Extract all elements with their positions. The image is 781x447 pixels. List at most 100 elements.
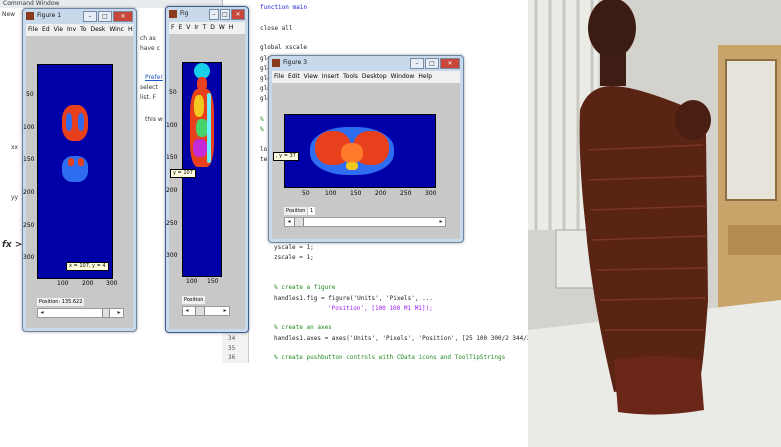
cmd-line: this w (145, 116, 163, 123)
code-line: % (260, 126, 268, 133)
menu-item[interactable]: W (219, 24, 225, 31)
code-line: handles1.axes = axes('Units', 'Pixels', … (274, 335, 535, 342)
x-tick: 150 (207, 278, 219, 285)
x-tick: 100 (57, 280, 69, 287)
x-tick: 100 (325, 190, 337, 197)
cmd-line: xx (11, 144, 19, 151)
x-tick: 300 (106, 280, 118, 287)
window-controls: – □ ✕ (410, 58, 460, 69)
arrow-right-icon[interactable]: ▸ (221, 307, 229, 315)
x-tick: 300 (425, 190, 437, 197)
y-tick: 200 (23, 189, 35, 196)
figure3-client: 50 100 150 200 250 300 , y = 37 Position… (272, 83, 460, 239)
code-line: close all (260, 25, 293, 32)
figure3-axes[interactable] (284, 114, 436, 188)
arrow-right-icon[interactable]: ▸ (115, 309, 123, 317)
tissue-region (78, 158, 84, 166)
menu-item[interactable]: Desktop (362, 73, 387, 80)
position-slider[interactable]: ◂ ▸ (284, 217, 446, 227)
tissue-region (346, 162, 358, 170)
figure2-window[interactable]: Fig – □ ✕ F E V Ir T D W H 50 100 150 200 250 3… (165, 6, 249, 333)
cmd-line: New (2, 11, 16, 18)
arrow-left-icon[interactable]: ◂ (183, 307, 191, 315)
cmd-line: select (140, 84, 158, 91)
y-tick: 100 (23, 124, 35, 131)
close-button[interactable]: ✕ (113, 11, 133, 22)
data-tip[interactable]: , y = 37 (273, 152, 299, 161)
x-tick: 200 (375, 190, 387, 197)
data-tip[interactable]: x = 107, y = 4 (66, 262, 109, 271)
maximize-button[interactable]: □ (220, 9, 230, 20)
minimize-button[interactable]: – (83, 11, 97, 22)
maximize-button[interactable]: □ (98, 11, 112, 22)
close-button[interactable]: ✕ (231, 9, 245, 20)
blank-area (0, 363, 528, 447)
slider-thumb[interactable] (102, 309, 110, 317)
tissue-region (68, 158, 74, 166)
slider-thumb[interactable] (195, 307, 205, 315)
code-line: zscale = 1; (274, 254, 314, 261)
code-line: % create pushbutton controls with CData … (274, 354, 506, 361)
figure1-axes[interactable] (37, 64, 113, 279)
menu-item[interactable]: F (171, 24, 174, 31)
menu-item[interactable]: Vie (54, 26, 63, 33)
data-tip[interactable]: y = 107 (170, 169, 196, 178)
menu-item[interactable]: Edit (288, 73, 300, 80)
phantom-photo (528, 0, 781, 447)
code-line: lo (260, 146, 268, 153)
x-tick: 250 (400, 190, 412, 197)
code-line: te (260, 156, 268, 163)
cmd-line: have c (140, 45, 160, 52)
arrow-left-icon[interactable]: ◂ (285, 218, 293, 226)
cabinet-glass-door (725, 59, 777, 201)
menu-item[interactable]: Tools (343, 73, 358, 80)
position-slider[interactable]: ◂ ▸ (182, 306, 230, 316)
arrow-left-icon[interactable]: ◂ (38, 309, 46, 317)
menu-item[interactable]: View (304, 73, 318, 80)
menu-item[interactable]: File (274, 73, 284, 80)
y-tick: 150 (23, 156, 35, 163)
menu-item[interactable]: Window (391, 73, 415, 80)
tissue-region (78, 113, 84, 131)
menu-item[interactable]: H (229, 24, 234, 31)
code-line: function main (260, 4, 307, 11)
menu-item[interactable]: He (128, 26, 133, 33)
maximize-button[interactable]: □ (425, 58, 439, 69)
x-tick: 200 (82, 280, 94, 287)
code-line: 'Position', [100 100 M1 M1]); (328, 305, 433, 312)
x-tick: 150 (350, 190, 362, 197)
phantom-photo-illustration (528, 0, 781, 447)
menu-item[interactable]: Winc (109, 26, 124, 33)
minimize-button[interactable]: – (209, 9, 219, 20)
figure1-client: 50 100 150 200 250 300 100 200 300 x = 1… (23, 36, 133, 328)
code-line: handles1.fig = figure('Units', 'Pixels',… (274, 295, 433, 302)
menu-item[interactable]: E (178, 24, 182, 31)
close-button[interactable]: ✕ (440, 58, 460, 69)
position-label: Position (182, 296, 206, 304)
menu-item[interactable]: T (203, 24, 207, 31)
code-line: % create a figure (274, 284, 336, 291)
tissue-region (341, 143, 363, 163)
menu-item[interactable]: Desk (90, 26, 105, 33)
menu-item[interactable]: Inv (67, 26, 76, 33)
tissue-region (66, 113, 72, 131)
code-line: global xscale (260, 44, 307, 51)
figure1-window[interactable]: Figure 1 – □ ✕ FileEdVieInvToDeskWincHe … (22, 8, 137, 332)
code-line: yscale = 1; (274, 244, 314, 251)
figure2-menubar: F E V Ir T D W H (169, 22, 245, 34)
figure3-window[interactable]: Figure 3 – □ ✕ File Edit View Insert Tools De… (268, 55, 464, 243)
menu-item[interactable]: Ed (42, 26, 50, 33)
menu-item[interactable]: Insert (322, 73, 339, 80)
minimize-button[interactable]: – (410, 58, 424, 69)
arrow-right-icon[interactable]: ▸ (437, 218, 445, 226)
menu-item[interactable]: Help (418, 73, 432, 80)
menu-item[interactable]: D (210, 24, 215, 31)
position-slider[interactable]: ◂ ▸ (37, 308, 124, 318)
menu-item[interactable]: V (186, 24, 190, 31)
menu-item[interactable]: To (80, 26, 86, 33)
menu-item[interactable]: Ir (194, 24, 198, 31)
slider-thumb[interactable] (294, 218, 304, 226)
menu-item[interactable]: File (28, 26, 38, 33)
preferences-link[interactable]: Prefer (145, 74, 163, 81)
y-tick: 300 (166, 252, 178, 259)
